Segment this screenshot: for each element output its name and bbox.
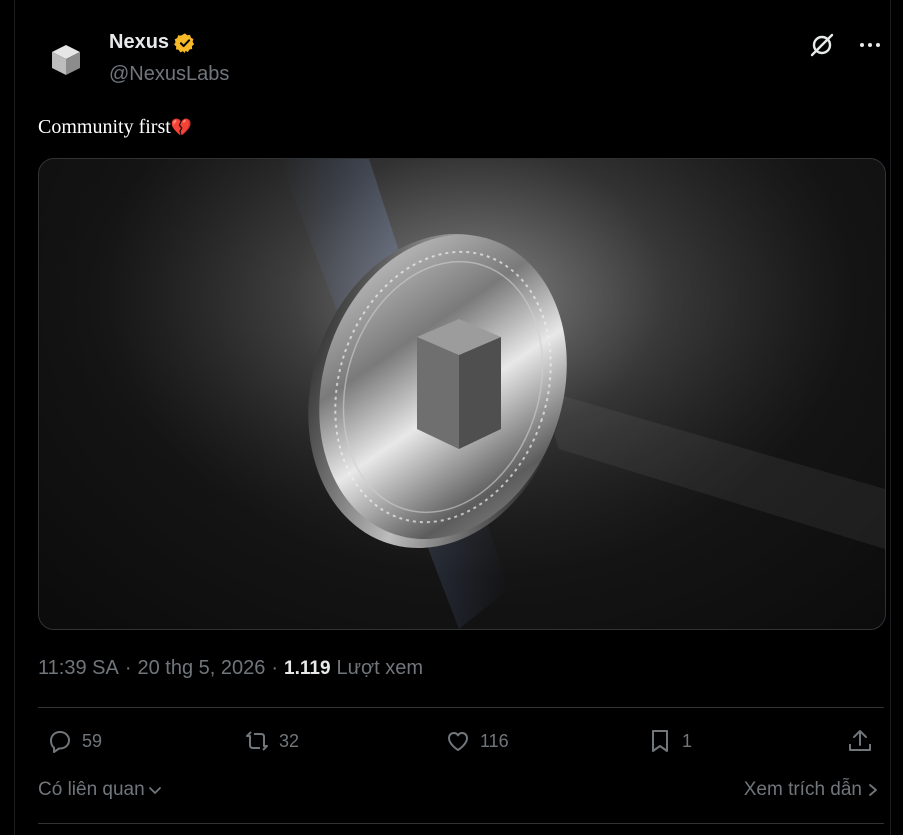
author-name[interactable]: Nexus bbox=[109, 31, 169, 54]
nexus-cube-logo-icon bbox=[52, 45, 80, 75]
bookmark-button[interactable]: 1 bbox=[646, 727, 692, 755]
reply-icon bbox=[50, 731, 70, 753]
reply-button[interactable]: 59 bbox=[46, 727, 102, 755]
grok-button[interactable] bbox=[809, 32, 835, 58]
grok-icon bbox=[810, 33, 834, 57]
repost-icon bbox=[246, 731, 268, 751]
heart-icon bbox=[448, 732, 468, 751]
tweet-header-actions bbox=[809, 32, 883, 58]
view-quotes-link[interactable]: Xem trích dẫn bbox=[744, 779, 880, 801]
repost-count: 32 bbox=[279, 730, 300, 751]
views-label: Lượt xem bbox=[336, 657, 424, 679]
tweet-text: Community first💔 bbox=[38, 116, 192, 139]
verified-badge-icon bbox=[174, 32, 195, 53]
views-count: 1.119 bbox=[284, 658, 331, 679]
tweet-meta: 11:39 SA · 20 thg 5, 2026 · 1.119 Lượt x… bbox=[38, 657, 423, 680]
broken-heart-emoji: 💔 bbox=[170, 118, 192, 137]
bookmark-icon bbox=[652, 730, 668, 752]
avatar[interactable] bbox=[44, 38, 88, 82]
author-name-row[interactable]: Nexus bbox=[109, 31, 196, 54]
tweet-body: Community first bbox=[38, 116, 171, 138]
tweet-actions: 59 32 116 1 bbox=[38, 727, 884, 767]
tweet-media[interactable] bbox=[38, 158, 886, 630]
divider-bottom bbox=[38, 823, 884, 824]
like-button[interactable]: 116 bbox=[444, 727, 509, 755]
tweet-time[interactable]: 11:39 SA bbox=[38, 657, 119, 680]
bookmark-count: 1 bbox=[682, 730, 693, 751]
more-dots-icon bbox=[860, 43, 880, 47]
author-handle[interactable]: @NexusLabs bbox=[109, 63, 229, 86]
tweet-date[interactable]: 20 thg 5, 2026 bbox=[137, 657, 265, 680]
view-quotes-label: Xem trích dẫn bbox=[743, 779, 862, 800]
meta-separator-2: · bbox=[271, 657, 279, 679]
reply-count: 59 bbox=[82, 730, 103, 751]
meta-separator: · bbox=[124, 657, 132, 679]
divider bbox=[38, 707, 884, 708]
chevron-down-icon bbox=[148, 787, 161, 794]
related-dropdown[interactable]: Có liên quan bbox=[38, 779, 163, 801]
more-options-button[interactable] bbox=[857, 32, 883, 58]
chevron-right-icon bbox=[869, 784, 877, 796]
related-label: Có liên quan bbox=[38, 779, 145, 800]
nexus-coin-image bbox=[39, 159, 885, 629]
share-icon bbox=[849, 730, 871, 751]
repost-button[interactable]: 32 bbox=[243, 727, 299, 755]
share-button[interactable] bbox=[846, 727, 874, 755]
like-count: 116 bbox=[480, 730, 509, 751]
